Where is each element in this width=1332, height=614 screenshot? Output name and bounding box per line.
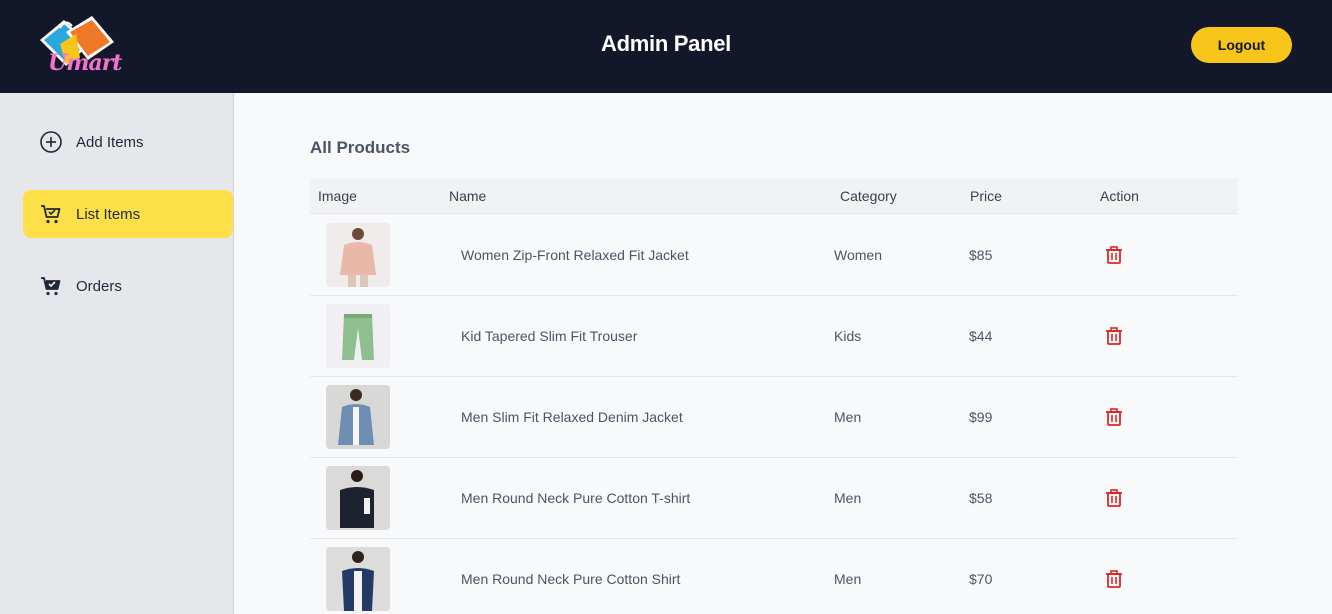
product-image — [326, 223, 390, 287]
table-row: Men Round Neck Pure Cotton Shirt Men $70 — [310, 539, 1238, 614]
sidebar-item-label: Orders — [76, 277, 122, 295]
cart-icon — [38, 201, 64, 227]
column-header-price: Price — [970, 188, 1002, 204]
product-name: Kid Tapered Slim Fit Trouser — [461, 328, 638, 344]
delete-icon[interactable] — [1104, 326, 1124, 346]
column-header-category: Category — [840, 188, 897, 204]
table-row: Kid Tapered Slim Fit Trouser Kids $44 — [310, 296, 1238, 377]
page-title: Admin Panel — [601, 31, 731, 56]
sidebar-item-list-items[interactable]: List Items — [23, 190, 233, 238]
table-row: Men Slim Fit Relaxed Denim Jacket Men $9… — [310, 377, 1238, 458]
delete-icon[interactable] — [1104, 245, 1124, 265]
product-price: $85 — [969, 247, 993, 263]
sidebar-item-label: Add Items — [76, 133, 144, 151]
sidebar-item-add-items[interactable]: Add Items — [23, 118, 233, 166]
delete-icon[interactable] — [1104, 407, 1124, 427]
delete-icon[interactable] — [1104, 569, 1124, 589]
product-name: Men Round Neck Pure Cotton Shirt — [461, 571, 681, 587]
product-name: Men Slim Fit Relaxed Denim Jacket — [461, 409, 683, 425]
product-category: Men — [834, 490, 862, 506]
product-category: Men — [834, 571, 862, 587]
product-name: Men Round Neck Pure Cotton T-shirt — [461, 490, 691, 506]
table-row: Women Zip-Front Relaxed Fit Jacket Women… — [310, 215, 1238, 296]
product-name: Women Zip-Front Relaxed Fit Jacket — [461, 247, 689, 263]
table-header: Image Name Category Price Action — [310, 178, 1238, 214]
column-header-image: Image — [318, 188, 357, 204]
cart-check-icon — [38, 273, 64, 299]
column-header-name: Name — [449, 188, 487, 204]
product-image — [326, 466, 390, 530]
sidebar-item-label: List Items — [76, 205, 141, 223]
sidebar-item-orders[interactable]: Orders — [23, 262, 233, 310]
delete-icon[interactable] — [1104, 488, 1124, 508]
product-category: Women — [834, 247, 882, 263]
product-image — [326, 385, 390, 449]
product-price: $99 — [969, 409, 993, 425]
sidebar: Add Items List Items Orders — [0, 93, 234, 614]
table-row: Men Round Neck Pure Cotton T-shirt Men $… — [310, 458, 1238, 539]
product-price: $58 — [969, 490, 993, 506]
section-title: All Products — [310, 138, 411, 157]
product-image — [326, 547, 390, 611]
product-category: Men — [834, 409, 862, 425]
product-price: $70 — [969, 571, 993, 587]
plus-circle-icon — [38, 129, 64, 155]
logout-button[interactable]: Logout — [1191, 27, 1292, 63]
column-header-action: Action — [1100, 188, 1139, 204]
product-price: $44 — [969, 328, 993, 344]
top-bar: Umart Admin Panel Logout — [0, 0, 1332, 93]
product-image — [326, 304, 390, 368]
product-category: Kids — [834, 328, 862, 344]
